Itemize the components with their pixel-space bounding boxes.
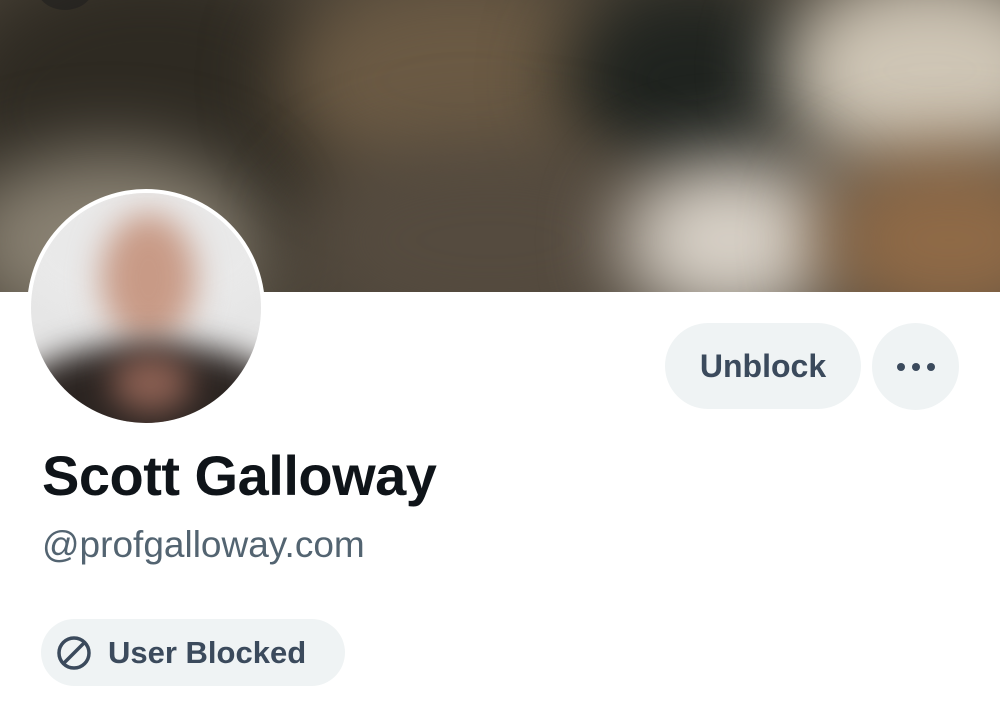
- user-blocked-label: User Blocked: [108, 634, 307, 670]
- display-name: Scott Galloway: [42, 444, 437, 507]
- more-horizontal-icon: [896, 362, 935, 371]
- user-handle: @profgalloway.com: [42, 524, 365, 565]
- user-blocked-badge: User Blocked: [41, 619, 345, 686]
- more-options-button[interactable]: [872, 323, 959, 410]
- avatar-image: [31, 193, 261, 423]
- profile-page: Unblock Scott Galloway @profgalloway.com…: [0, 0, 1000, 726]
- avatar[interactable]: [27, 189, 265, 427]
- blocked-icon: [57, 635, 91, 670]
- unblock-button[interactable]: Unblock: [665, 323, 861, 409]
